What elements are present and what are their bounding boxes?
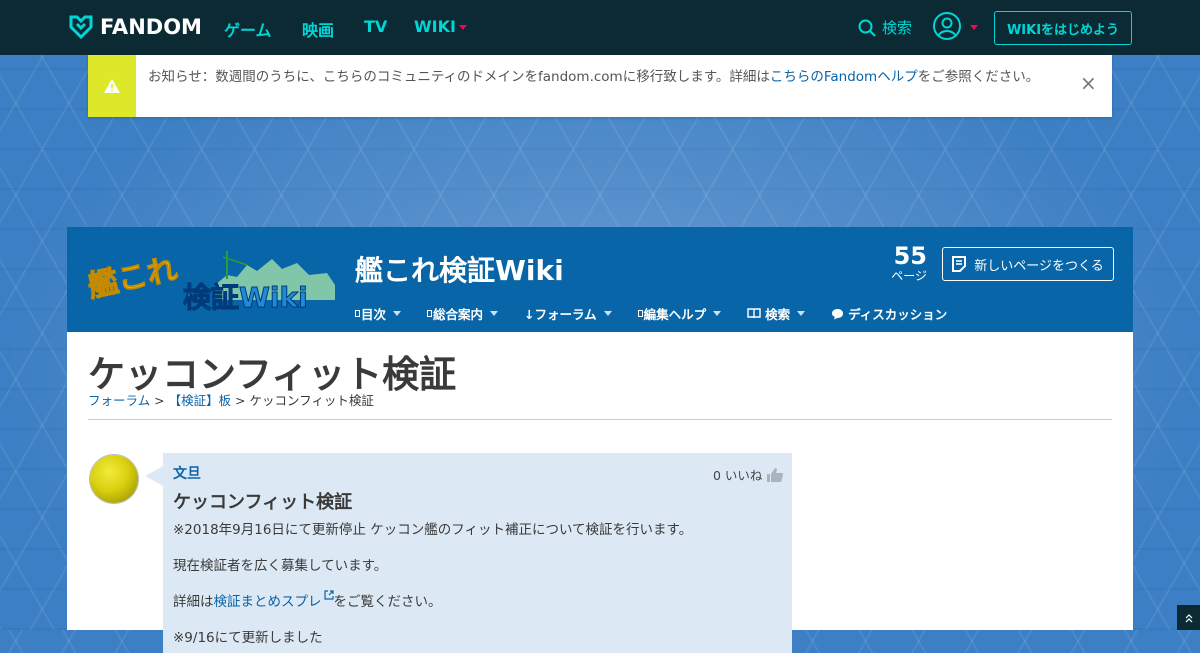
warning-icon [104,79,120,93]
post-title: ケッコンフィット検証 [173,492,353,513]
post-text: をご覧ください。 [333,594,442,610]
nav-wiki-menu[interactable]: WIKI [414,17,467,36]
chevron-down-icon[interactable] [970,25,978,30]
wiki-nav-label: 総合案内 [433,307,484,322]
user-avatar-button[interactable] [933,12,961,40]
post-line: 現在検証者を広く募集しています。 [173,558,388,574]
chevron-down-icon [713,311,722,316]
chevron-down-icon [603,311,612,316]
new-page-button[interactable]: 新しいページをつくる [942,247,1114,281]
chevron-down-icon [458,25,467,30]
chat-bubble-icon [832,308,844,319]
nav-link-tv[interactable]: TV [364,17,387,36]
wiki-nav-toc[interactable]: 目次 [355,304,402,323]
wiki-nav-edit-help[interactable]: 編集ヘルプ [637,304,722,323]
spreadsheet-link[interactable]: 検証まとめスプレ [213,590,334,610]
wiki-nav-label: ↓フォーラム [524,307,597,322]
post-line: ※9/16にて更新しました [173,630,323,646]
post-line: ※2018年9月16日にて更新停止 ケッコン艦のフィット補正について検証を行いま… [173,522,693,538]
add-page-icon [952,256,967,272]
avatar[interactable] [90,455,138,503]
bubble-tail [145,466,163,486]
breadcrumb-separator: > [231,393,250,408]
notice-text-after: をご参照ください。 [917,69,1040,85]
global-search[interactable]: 検索 [858,17,912,38]
chevron-up-icon [1185,613,1192,622]
wiki-nav-label: 編集ヘルプ [643,307,707,322]
close-icon[interactable]: × [1080,71,1097,95]
post-text: 詳細は [173,594,214,610]
post-likes: 0 いいね [713,465,784,484]
square-icon [355,310,360,317]
post-author[interactable]: 文旦 [173,463,201,483]
thumbs-up-icon[interactable] [766,467,784,483]
search-label: 検索 [882,19,913,37]
scroll-to-top-button[interactable] [1177,605,1200,630]
wiki-logo[interactable]: 艦これ 検証Wiki [87,245,337,313]
external-link-icon [323,590,334,600]
notice-text-before: お知らせ：数週間のうちに、こちらのコミュニティのドメインをfandom.comに… [148,69,770,85]
breadcrumb-separator: > [150,393,169,408]
community-header: 艦これ 検証Wiki 艦これ検証Wiki 55 ページ 新しいページをつくる 目… [67,227,1133,332]
wiki-nav-guide[interactable]: 総合案内 [427,304,499,323]
chevron-down-icon [797,311,806,316]
square-icon [427,310,433,317]
fandom-brand: FANDOM [100,15,202,39]
global-nav: FANDOM ゲーム 映画 TV WIKI 検索 WIKIをはじめよう [0,0,1200,55]
wiki-title[interactable]: 艦これ検証Wiki [355,249,564,289]
new-page-label: 新しいページをつくる [974,258,1104,274]
breadcrumb-forum[interactable]: フォーラム [88,393,150,408]
notice-icon-box [88,55,136,117]
wiki-nav-forum[interactable]: ↓フォーラム [524,304,612,323]
wiki-nav-label: 目次 [361,307,387,322]
start-wiki-button[interactable]: WIKIをはじめよう [994,11,1132,45]
nav-link-games[interactable]: ゲーム [224,17,272,41]
post-line: 詳細は検証まとめスプレ をご覧ください。 [173,590,442,610]
user-icon [937,17,957,38]
page-count: 55 ページ [885,243,927,283]
notice-help-link[interactable]: こちらのFandomヘルプ [770,69,918,85]
page-count-number: 55 [893,242,927,270]
wiki-nav-label: ディスカッション [848,307,948,322]
fandom-logo[interactable]: FANDOM [68,14,202,40]
breadcrumb: フォーラム > 【検証】板 > ケッコンフィット検証 [88,390,374,409]
chevron-down-icon [393,311,402,316]
book-icon [747,308,761,319]
notice-banner: お知らせ：数週間のうちに、こちらのコミュニティのドメインをfandom.comに… [88,55,1112,117]
nav-wiki-label: WIKI [414,17,456,36]
forum-post: 文旦 0 いいね ケッコンフィット検証 ※2018年9月16日にて更新停止 ケッ… [163,453,792,653]
page-count-label: ページ [891,269,927,283]
wiki-nav-label: 検索 [765,307,791,322]
breadcrumb-current: ケッコンフィット検証 [249,393,374,408]
likes-count: 0 いいね [713,468,763,483]
wiki-nav-search[interactable]: 検索 [747,304,806,323]
notice-text: お知らせ：数週間のうちに、こちらのコミュニティのドメインをfandom.comに… [148,68,1048,86]
search-icon [858,19,876,37]
square-icon [637,310,643,317]
page-content: ケッコンフィット検証 フォーラム > 【検証】板 > ケッコンフィット検証 文旦… [67,332,1133,653]
wiki-nav: 目次 総合案内 ↓フォーラム 編集ヘルプ 検索 ディスカッション [355,304,973,323]
wiki-nav-discussions[interactable]: ディスカッション [831,304,947,323]
svg-text:検証Wiki: 検証Wiki [183,281,308,313]
breadcrumb-board[interactable]: 【検証】板 [169,393,232,408]
spreadsheet-link-label: 検証まとめスプレ [213,594,322,610]
chevron-down-icon [490,311,499,316]
fandom-heart-icon [69,15,93,40]
nav-link-movies[interactable]: 映画 [302,17,334,41]
divider [88,419,1112,420]
